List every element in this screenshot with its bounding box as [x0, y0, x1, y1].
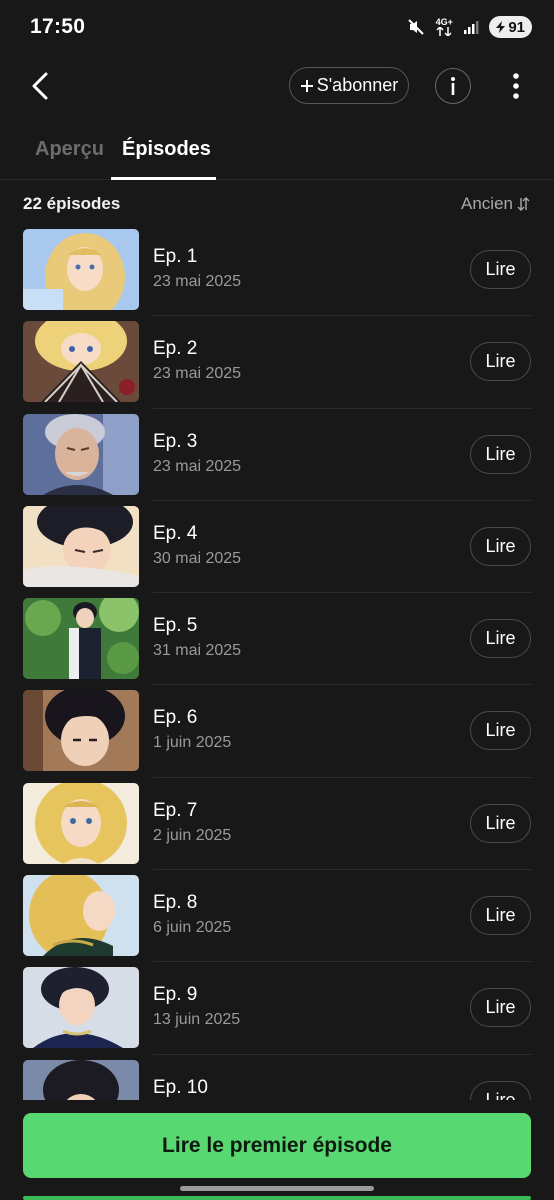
episode-date: 2 juin 2025	[153, 826, 232, 844]
status-icons: 4G+ 91	[407, 16, 532, 38]
episode-thumbnail	[23, 967, 139, 1049]
episode-title: Ep. 1	[153, 246, 198, 267]
read-button[interactable]: Lire	[470, 803, 531, 843]
episode-title: Ep. 6	[153, 707, 198, 729]
tab-apercu[interactable]: Aperçu	[35, 138, 104, 161]
read-button[interactable]: Lire	[470, 526, 531, 566]
episode-date: 13 juin 2025	[153, 1011, 241, 1029]
episode-title: Ep. 9	[153, 984, 198, 1006]
episode-title: Ep. 4	[153, 522, 198, 544]
subscribe-label: S'abonner	[316, 75, 399, 95]
episode-title: Ep. 7	[153, 799, 198, 821]
charging-icon	[496, 21, 506, 33]
sort-button[interactable]: Ancien	[461, 194, 530, 214]
read-first-episode-button[interactable]: Lire le premier épisode	[23, 1113, 531, 1178]
episode-row[interactable]: Ep. 7 2 juin 2025 Lire	[0, 778, 554, 871]
episode-row[interactable]: Ep. 9 13 juin 2025 Lire	[0, 962, 554, 1055]
episode-row[interactable]: Ep. 3 23 mai 2025 Lire	[0, 409, 554, 502]
read-button[interactable]: Lire	[470, 711, 531, 751]
episode-thumbnail	[23, 1059, 139, 1100]
top-bar: S'abonner	[0, 58, 554, 116]
read-button[interactable]: Lire	[470, 896, 531, 936]
episode-row[interactable]: Ep. 1 23 mai 2025 Lire	[0, 224, 554, 317]
read-button[interactable]: Lire	[470, 1080, 531, 1100]
mute-icon	[407, 18, 425, 36]
info-icon	[451, 77, 455, 95]
episode-list: Ep. 1 23 mai 2025 Lire Ep. 2 23 mai 2025…	[0, 224, 554, 1100]
more-vertical-icon	[513, 73, 519, 99]
home-indicator[interactable]	[180, 1186, 374, 1191]
episode-date: 23 mai 2025	[153, 457, 242, 475]
episode-row[interactable]: Ep. 6 1 juin 2025 Lire	[0, 685, 554, 779]
bottom-cta-area: Lire le premier épisode	[0, 1100, 554, 1200]
episode-row[interactable]: Ep. 5 31 mai 2025 Lire	[0, 593, 554, 686]
read-button[interactable]: Lire	[470, 988, 531, 1028]
cta-edge	[23, 1196, 531, 1200]
episode-date: 6 juin 2025	[153, 919, 232, 937]
episode-title: Ep. 5	[153, 615, 198, 637]
episode-date: 1 juin 2025	[153, 734, 232, 752]
list-header: 22 épisodes Ancien	[0, 192, 554, 220]
episode-thumbnail	[23, 505, 139, 587]
episode-thumbnail	[23, 413, 139, 495]
info-button[interactable]	[435, 68, 471, 104]
subscribe-button[interactable]: S'abonner	[289, 67, 409, 104]
read-button[interactable]: Lire	[470, 250, 531, 289]
episode-count: 22 épisodes	[23, 194, 121, 213]
episode-date: 31 mai 2025	[153, 642, 242, 660]
episode-title: Ep. 2	[153, 338, 198, 360]
active-tab-indicator	[111, 177, 216, 180]
episode-thumbnail	[23, 690, 139, 772]
read-button[interactable]: Lire	[470, 434, 531, 474]
episode-row[interactable]: Ep. 2 23 mai 2025 Lire	[0, 316, 554, 409]
battery-level: 91	[508, 18, 525, 36]
read-button[interactable]: Lire	[470, 619, 531, 659]
episode-title: Ep. 10	[153, 1076, 208, 1098]
episode-thumbnail	[23, 321, 139, 403]
plus-icon	[300, 79, 313, 92]
network-icon: 4G+	[435, 18, 453, 36]
tab-episodes[interactable]: Épisodes	[122, 138, 211, 161]
episode-date: 23 mai 2025	[153, 273, 242, 290]
episode-row[interactable]: Ep. 8 6 juin 2025 Lire	[0, 870, 554, 963]
network-label: 4G+	[435, 17, 453, 27]
sort-label: Ancien	[461, 194, 513, 213]
tab-bar: Aperçu Épisodes	[0, 128, 554, 180]
episode-date: 23 mai 2025	[153, 365, 242, 383]
episode-thumbnail	[23, 782, 139, 864]
episode-title: Ep. 3	[153, 430, 198, 452]
episode-row[interactable]: Ep. 10 Lire	[0, 1055, 554, 1100]
back-button[interactable]	[20, 66, 60, 106]
episode-thumbnail	[23, 875, 139, 957]
back-arrow-icon	[32, 72, 48, 100]
signal-icon	[463, 19, 479, 35]
more-options-button[interactable]	[500, 68, 532, 104]
episode-row[interactable]: Ep. 4 30 mai 2025 Lire	[0, 501, 554, 594]
sort-arrows-icon	[517, 197, 530, 211]
episode-title: Ep. 8	[153, 892, 198, 914]
status-time: 17:50	[30, 15, 86, 38]
episode-thumbnail	[23, 229, 139, 310]
episode-thumbnail	[23, 598, 139, 680]
read-button[interactable]: Lire	[470, 342, 531, 382]
battery-indicator: 91	[489, 16, 532, 38]
episode-date: 30 mai 2025	[153, 549, 242, 567]
status-bar: 17:50 4G+ 91	[0, 0, 554, 56]
